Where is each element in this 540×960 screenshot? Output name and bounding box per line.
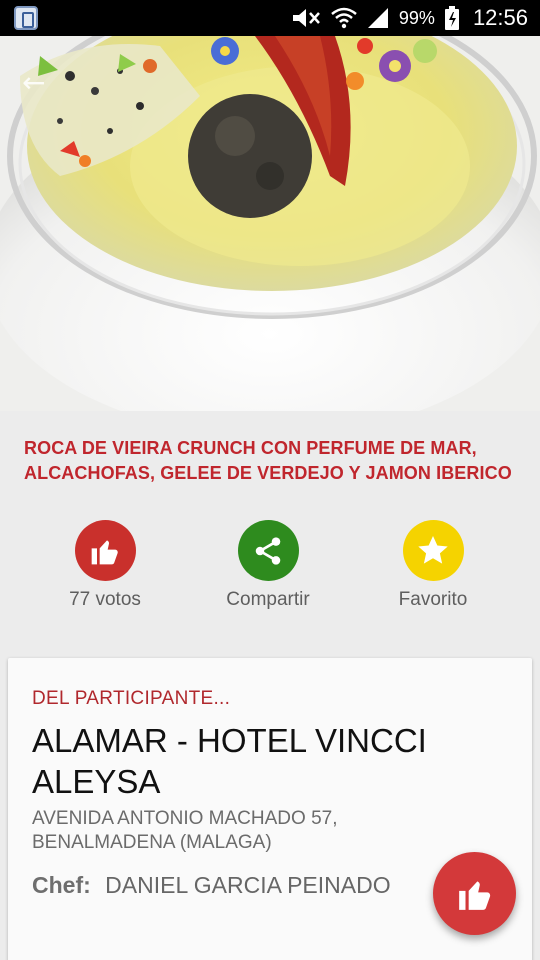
battery-percent: 99%: [398, 7, 435, 28]
chef-name: DANIEL GARCIA PEINADO: [105, 872, 391, 898]
dish-illustration: [0, 36, 540, 411]
participant-name: ALAMAR - HOTEL VINCCI ALEYSA: [32, 722, 427, 800]
vote-fab-button[interactable]: [433, 852, 516, 935]
share-button[interactable]: Compartir: [188, 520, 348, 611]
status-icons: 99% 12:56: [291, 0, 528, 36]
chef-label: Chef:: [32, 872, 91, 898]
back-arrow-icon[interactable]: ←: [22, 66, 45, 99]
favorite-circle[interactable]: [402, 520, 464, 581]
thumbs-up-icon: [91, 539, 118, 564]
vote-button[interactable]: 77 votos: [25, 520, 185, 611]
status-bar: 99% 12:56: [0, 0, 540, 36]
chef-row: Chef: DANIEL GARCIA PEINADO: [32, 872, 391, 899]
signal-icon: [367, 8, 388, 28]
wifi-icon: [331, 7, 357, 29]
battery-charging-icon: [444, 6, 459, 30]
action-row: 77 votos Compartir Favorito: [0, 520, 540, 620]
app-notification-icon: [14, 6, 38, 30]
votes-count-label: 77 votos: [69, 589, 141, 610]
clock: 12:56: [472, 5, 528, 30]
favorite-label: Favorito: [398, 589, 468, 610]
vote-circle[interactable]: [74, 520, 136, 581]
participant-section-label: DEL PARTICIPANTE...: [32, 688, 231, 709]
participant-address: AVENIDA ANTONIO MACHADO 57, BENALMADENA …: [32, 808, 338, 853]
favorite-button[interactable]: Favorito: [353, 520, 513, 611]
share-icon: [255, 536, 281, 565]
thumbs-up-icon: [458, 880, 490, 910]
dish-photo: ←: [0, 36, 540, 411]
share-label: Compartir: [226, 589, 310, 610]
mute-icon: [292, 9, 320, 27]
dish-title: ROCA DE VIEIRA CRUNCH CON PERFUME DE MAR…: [24, 438, 512, 483]
share-circle[interactable]: [237, 520, 299, 581]
star-icon: [418, 535, 448, 564]
